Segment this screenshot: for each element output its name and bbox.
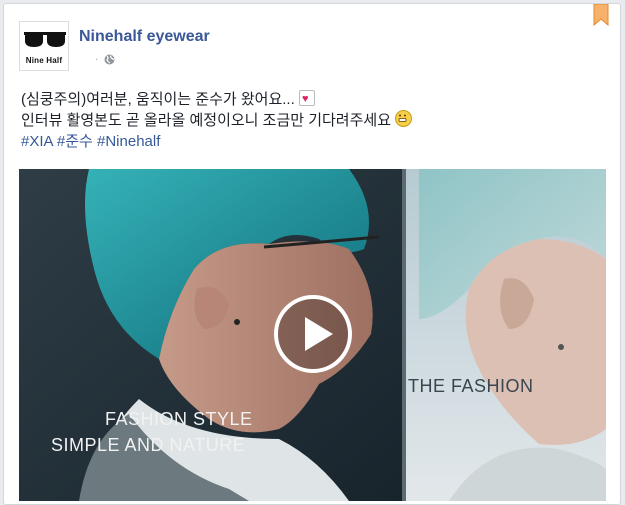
hashtag-line: #XIA #준수 #Ninehalf: [21, 131, 606, 152]
post-text-line-1-content: (심쿵주의)여러분, 움직이는 준수가 왔어요...: [21, 91, 295, 108]
play-button[interactable]: [274, 295, 352, 373]
post-text-line-2: 인터뷰 활영본도 곧 올라올 예정이오니 조금만 기다려주세요: [21, 110, 606, 131]
avatar-logo-text: Nine Half: [25, 56, 63, 65]
post-text-line-2-content: 인터뷰 활영본도 곧 올라올 예정이오니 조금만 기다려주세요: [21, 112, 392, 129]
page-avatar[interactable]: Nine Half: [19, 21, 69, 71]
bookmark-icon[interactable]: [593, 4, 609, 26]
video-caption-fashion-style: FASHION STYLE: [105, 409, 253, 429]
sunglasses-logo: [24, 32, 66, 47]
page-name-link[interactable]: Ninehalf eyewear: [79, 28, 210, 46]
hashtag-junsu[interactable]: #준수: [57, 133, 93, 150]
smile-emoji-icon: [395, 110, 413, 127]
globe-icon[interactable]: [104, 54, 115, 65]
post-text-line-1: (심쿵주의)여러분, 움직이는 준수가 왔어요... ♥: [21, 89, 606, 110]
post-card: Nine Half Ninehalf eyewear · (심쿵주의)여러분, …: [3, 3, 621, 505]
video-caption-the-fashion: THE FASHION: [408, 376, 534, 396]
heart-emoji-icon: ♥: [298, 90, 315, 106]
video-caption-simple-nature: SIMPLE AND NATURE: [51, 435, 246, 455]
post-meta-dot: ·: [95, 54, 99, 65]
hashtag-ninehalf[interactable]: #Ninehalf: [97, 133, 160, 150]
hashtag-xia[interactable]: #XIA: [21, 133, 53, 150]
post-message: (심쿵주의)여러분, 움직이는 준수가 왔어요... ♥ 인터뷰 활영본도 곧 …: [21, 89, 606, 152]
video-player[interactable]: FASHION STYLE SIMPLE AND NATURE THE FASH…: [19, 169, 606, 501]
play-icon: [305, 317, 333, 351]
